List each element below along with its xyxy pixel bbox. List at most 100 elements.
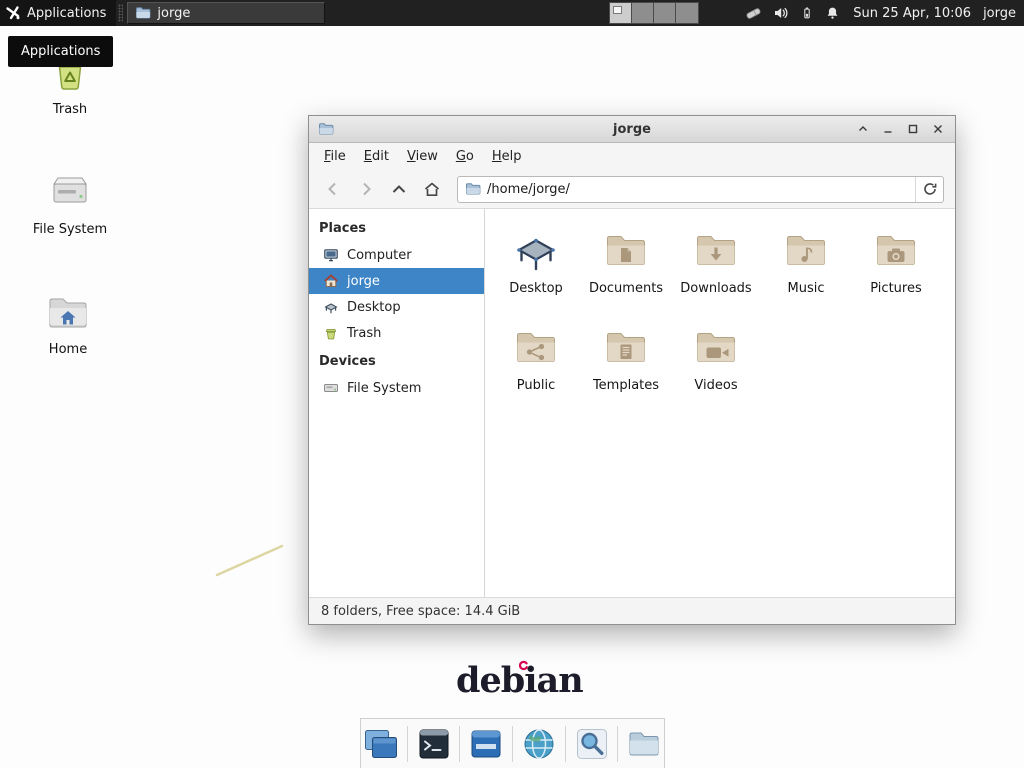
workspace-window-thumb [613,6,622,14]
dock-separator [459,726,460,762]
panel-clock[interactable]: Sun 25 Apr, 10:06 [853,6,971,21]
trash-icon [323,325,339,341]
desktop-icon-label: Trash [53,102,87,117]
user-home-icon [323,273,339,289]
desktop-icon-label: Home [49,342,87,357]
folder-documents-icon [602,226,650,274]
panel-right-area: Sun 25 Apr, 10:06 jorge [609,2,1024,24]
dock-separator [565,726,566,762]
sidebar-item-label: Computer [347,248,412,263]
minimize-button[interactable] [880,120,896,138]
workspace-1[interactable] [610,3,632,23]
filesystem-drive-icon [46,168,94,216]
sidebar-item-label: File System [347,381,421,396]
sidebar-item-jorge[interactable]: jorge [309,268,484,294]
computer-icon [323,247,339,263]
statusbar: 8 folders, Free space: 14.4 GiB [309,597,955,624]
desktop-icon-filesystem[interactable]: File System [22,168,118,237]
xfce-logo-icon [5,5,21,21]
folder-music-icon [782,226,830,274]
file-manager-window-icon [135,5,151,21]
desk-icon [512,226,560,274]
app-finder-icon[interactable] [572,723,612,765]
show-desktop-icon[interactable] [466,723,506,765]
statusbar-text: 8 folders, Free space: 14.4 GiB [321,604,520,619]
menu-help[interactable]: Help [483,144,531,169]
dock-separator [512,726,513,762]
folder-item-desktop[interactable]: Desktop [491,226,581,323]
taskbar-window-label: jorge [157,6,190,21]
folder-view[interactable]: Desktop Documents Downloads [485,209,955,597]
back-button[interactable] [320,176,346,202]
shade-button[interactable] [855,120,871,138]
menu-edit[interactable]: Edit [355,144,398,169]
location-input[interactable]: /home/jorge/ [487,182,915,197]
sidebar-item-label: Desktop [347,300,401,315]
windows-icon[interactable] [361,723,401,765]
desktop-icon [323,299,339,315]
folder-label: Documents [589,281,663,296]
panel-user-label[interactable]: jorge [983,6,1016,21]
window-titlebar[interactable]: jorge [309,116,955,143]
folder-item-pictures[interactable]: Pictures [851,226,941,323]
folder-label: Downloads [680,281,751,296]
folder-pictures-icon [872,226,920,274]
folder-videos-icon [692,323,740,371]
notifications-icon[interactable] [825,5,840,21]
location-folder-icon [465,181,481,197]
terminal-icon[interactable] [414,723,454,765]
folder-item-videos[interactable]: Videos [671,323,761,420]
top-panel: Applications jorge [0,0,1024,26]
workspace-2[interactable] [632,3,654,23]
sidebar-item-computer[interactable]: Computer [309,242,484,268]
menu-view[interactable]: View [398,144,447,169]
file-manager-icon[interactable] [624,723,664,765]
sidebar-item-label: Trash [347,326,381,341]
folder-public-icon [512,323,560,371]
folder-templates-icon [602,323,650,371]
menu-file[interactable]: File [315,144,355,169]
desktop-icon-label: File System [33,222,107,237]
desktop-icon-home[interactable]: Home [20,288,116,357]
sidebar: Places Computer jorge Desktop [309,209,485,597]
volume-icon[interactable] [773,5,789,21]
home-button[interactable] [419,176,445,202]
workspace-3[interactable] [654,3,676,23]
drive-icon [323,380,339,396]
folder-item-documents[interactable]: Documents [581,226,671,323]
folder-label: Public [517,378,555,393]
web-browser-icon[interactable] [519,723,559,765]
reload-button[interactable] [915,177,943,202]
sidebar-item-desktop[interactable]: Desktop [309,294,484,320]
file-manager-window: jorge File Edit View Go Help [308,115,956,625]
applications-menu-button[interactable]: Applications [0,0,116,26]
maximize-button[interactable] [905,120,921,138]
up-button[interactable] [386,176,412,202]
clipman-icon[interactable] [745,5,762,22]
folder-item-public[interactable]: Public [491,323,581,420]
menu-go[interactable]: Go [447,144,483,169]
applications-menu-label: Applications [27,6,106,21]
sidebar-item-trash[interactable]: Trash [309,320,484,346]
sidebar-item-label: jorge [347,274,380,289]
forward-button[interactable] [353,176,379,202]
system-tray [745,5,840,22]
window-controls [855,120,946,138]
folder-item-downloads[interactable]: Downloads [671,226,761,323]
location-bar[interactable]: /home/jorge/ [457,176,944,203]
menubar: File Edit View Go Help [309,143,955,170]
folder-downloads-icon [692,226,740,274]
sidebar-header-places: Places [309,213,484,242]
close-button[interactable] [930,120,946,138]
folder-item-templates[interactable]: Templates [581,323,671,420]
debian-swirl-icon [518,660,529,671]
folder-label: Music [788,281,825,296]
workspace-4[interactable] [676,3,698,23]
power-icon[interactable] [800,5,814,21]
sidebar-item-filesystem[interactable]: File System [309,375,484,401]
dock-separator [617,726,618,762]
taskbar-window-button[interactable]: jorge [127,2,325,24]
folder-label: Templates [593,378,659,393]
folder-item-music[interactable]: Music [761,226,851,323]
folder-label: Pictures [870,281,921,296]
